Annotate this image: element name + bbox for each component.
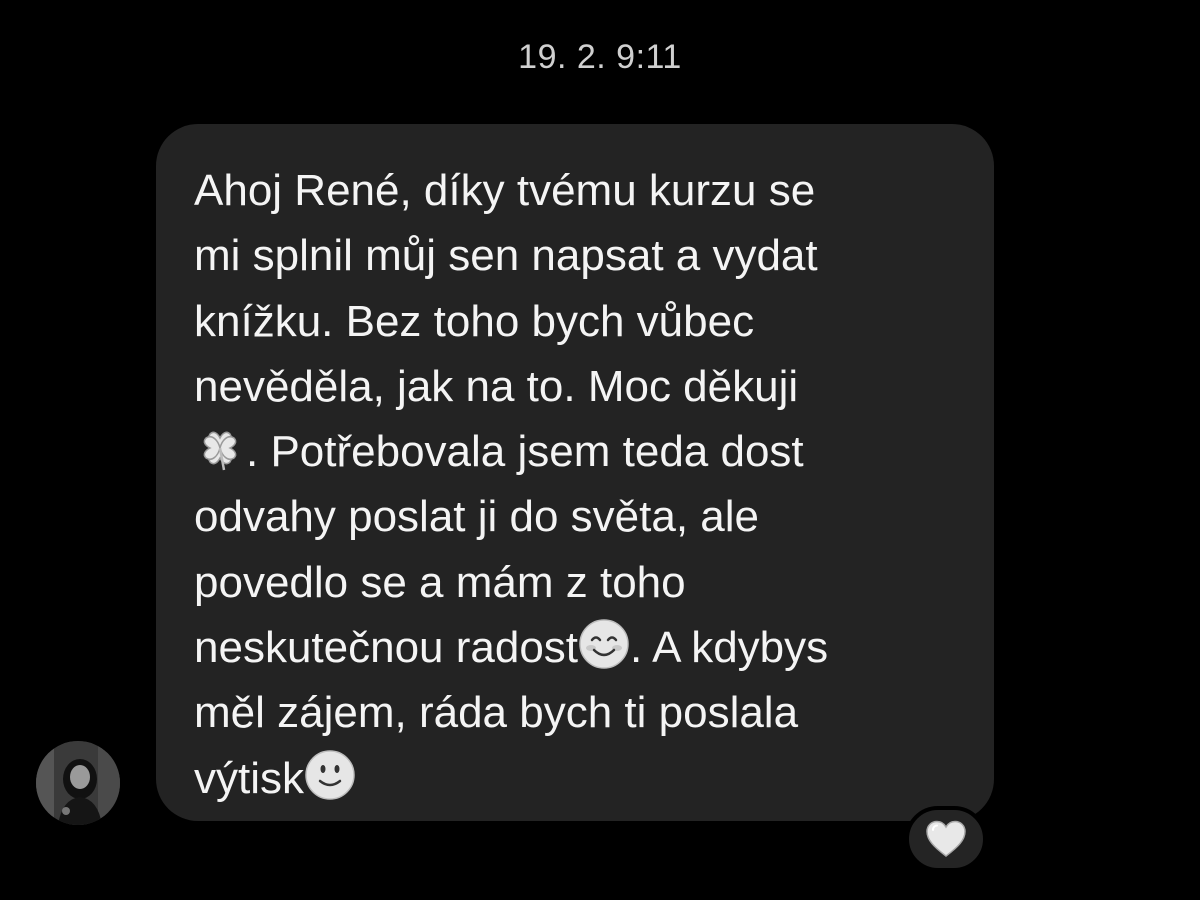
message-line: odvahy poslat ji do světa, ale	[194, 492, 760, 542]
white-heart-icon	[926, 820, 966, 857]
message-line: měl zájem, ráda bych ti poslala	[194, 688, 799, 738]
avatar-photo-icon	[36, 741, 120, 825]
four-leaf-clover-icon	[194, 422, 246, 474]
message-line-with-smile: neskutečnou radost . A kdybys	[194, 615, 964, 680]
message-line-text: . Potřebovala jsem teda dost	[246, 427, 804, 477]
message-line: mi splnil můj sen napsat a vydat	[194, 231, 818, 281]
slightly-smiling-face-icon	[304, 749, 356, 801]
message-line-text: výtisk	[194, 753, 304, 803]
reaction-badge[interactable]	[905, 806, 987, 872]
message-line-with-emoji: výtisk	[194, 746, 964, 811]
message-line: Ahoj René, díky tvému kurzu se	[194, 166, 816, 215]
message-line: knížku. Bez toho bych vůbec	[194, 296, 755, 346]
message-bubble[interactable]: Ahoj René, díky tvému kurzu se mi splnil…	[156, 124, 994, 821]
message-line: nevěděla, jak na to. Moc děkuji	[194, 361, 799, 411]
message-line-with-clover: . Potřebovala jsem teda dost	[194, 419, 964, 484]
message-line-text: . A kdybys	[630, 623, 829, 673]
message-timestamp: 19. 2. 9:11	[518, 38, 682, 76]
message-line-text: neskutečnou radost	[194, 623, 579, 673]
smiling-face-icon	[578, 618, 630, 670]
sender-avatar[interactable]	[36, 741, 120, 825]
message-line: povedlo se a mám z toho	[194, 557, 686, 607]
